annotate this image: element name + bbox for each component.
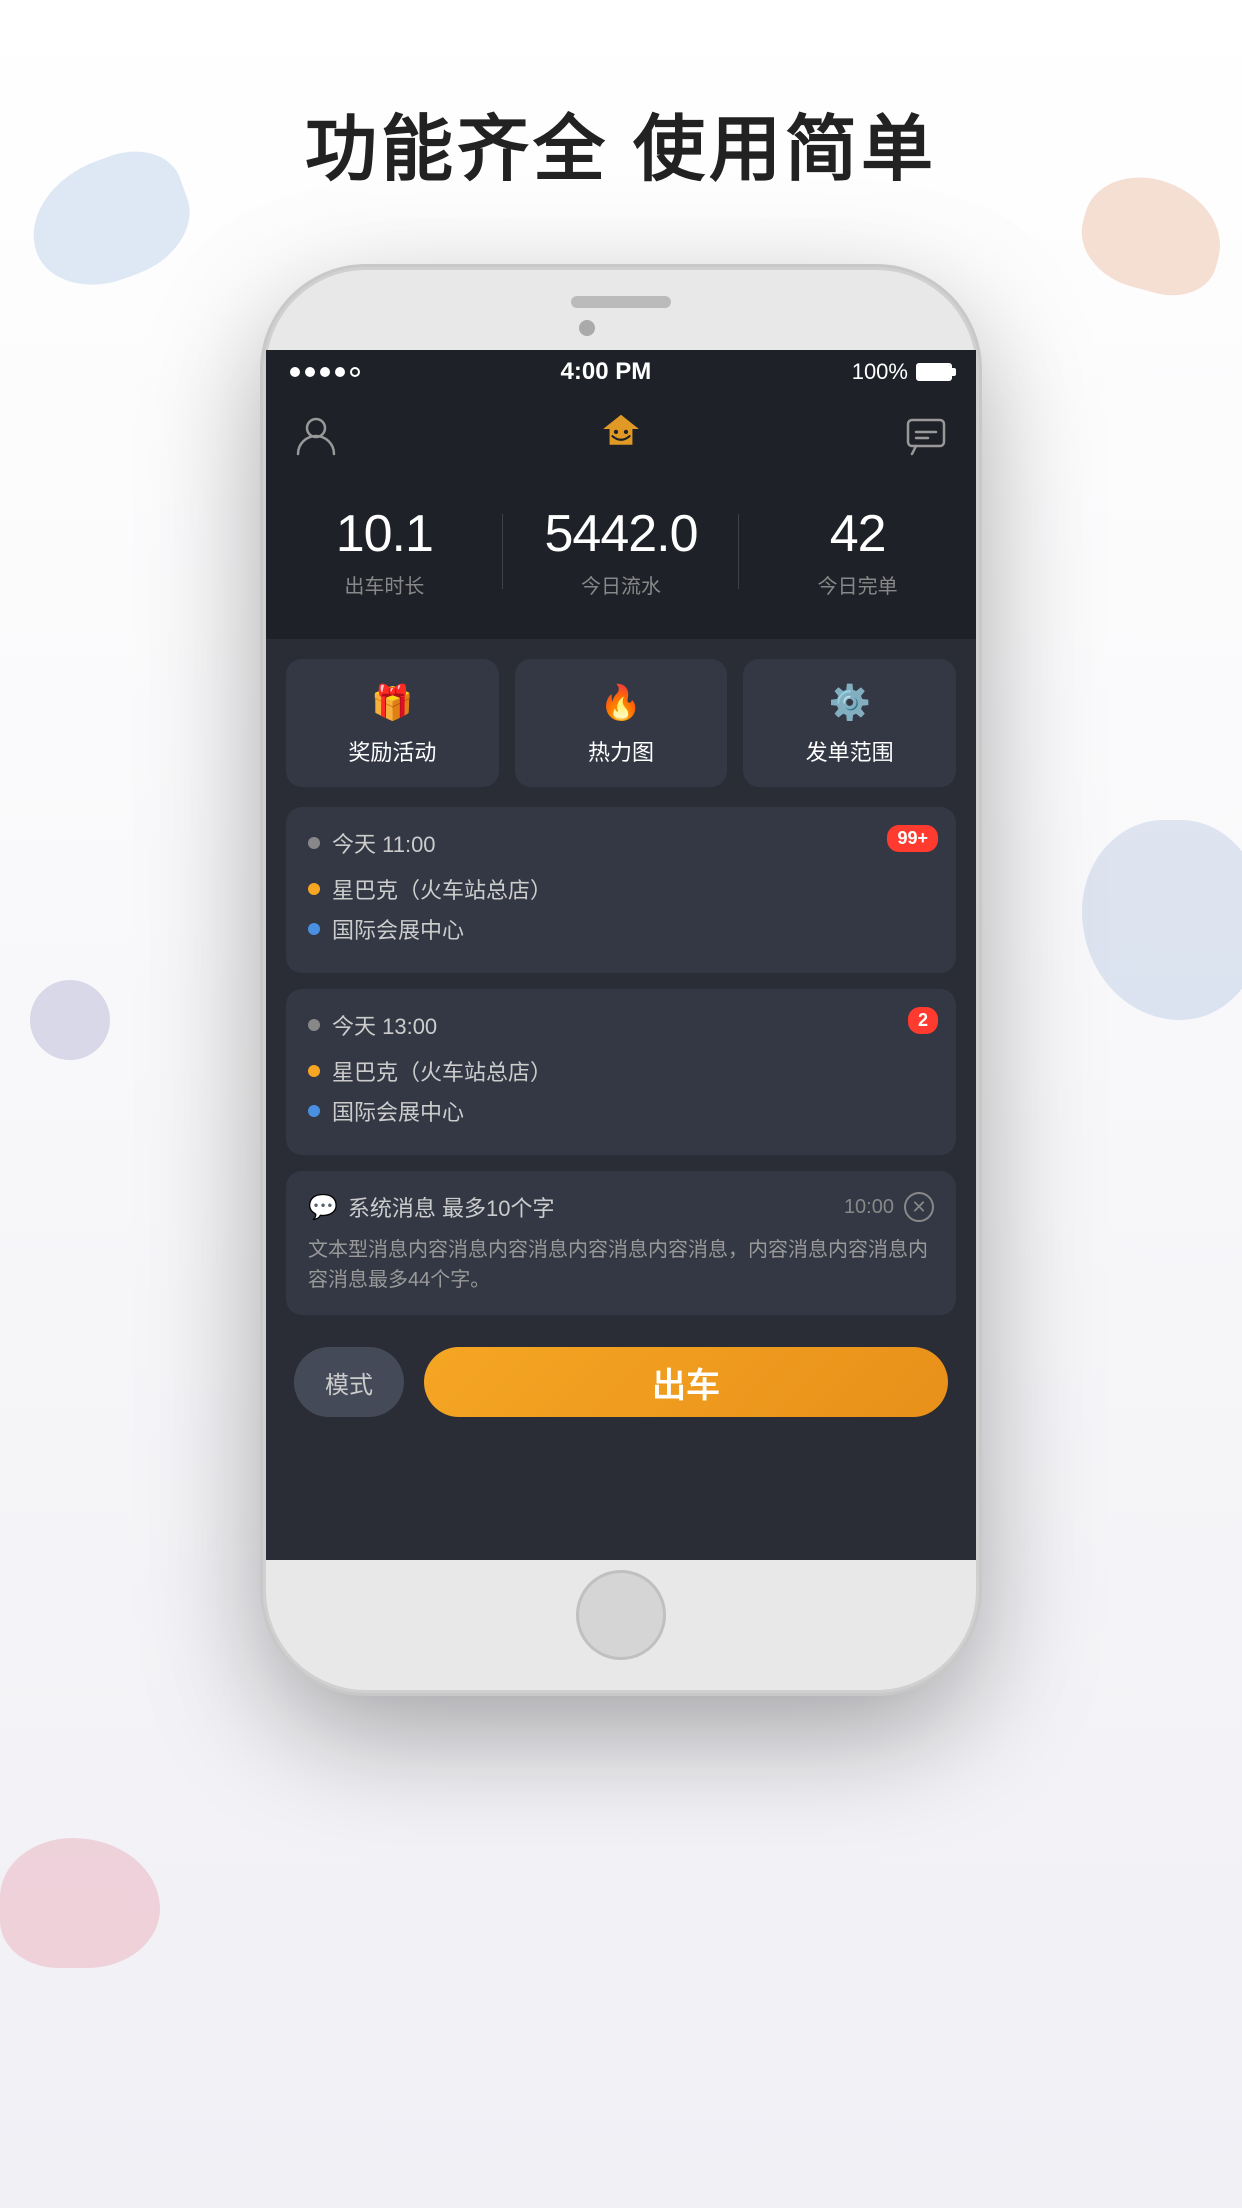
action-incentives[interactable]: 🎁 奖励活动	[286, 659, 499, 787]
battery-icon	[916, 363, 952, 381]
order-1-time-row: 今天 11:00	[308, 827, 934, 859]
signal-dot-4	[335, 367, 345, 377]
action-incentives-label: 奖励活动	[348, 735, 436, 767]
mode-button[interactable]: 模式	[294, 1347, 404, 1417]
action-range[interactable]: ⚙️ 发单范围	[743, 659, 956, 787]
go-button[interactable]: 出车	[424, 1347, 948, 1417]
order-1-from-row: 星巴克（火车站总店）	[308, 873, 934, 905]
range-icon: ⚙️	[829, 683, 871, 723]
signal-dot-2	[305, 367, 315, 377]
stat-orders-value: 42	[739, 504, 976, 564]
order-2-from: 星巴克（火车站总店）	[332, 1055, 552, 1087]
order-1-to-row: 国际会展中心	[308, 913, 934, 945]
battery-area: 100%	[852, 359, 952, 385]
stats-section: 10.1 出车时长 5442.0 今日流水 42 今日完单	[266, 474, 976, 639]
order-1-time: 今天 11:00	[332, 827, 436, 859]
action-heatmap[interactable]: 🔥 热力图	[515, 659, 728, 787]
battery-fill	[918, 365, 950, 379]
order-2-from-dot	[308, 1065, 320, 1077]
status-bar: 4:00 PM 100%	[266, 350, 976, 394]
notif-header: 💬 系统消息 最多10个字 10:00 ✕	[308, 1191, 934, 1223]
notif-message-icon: 💬	[308, 1193, 338, 1222]
signal-dot-1	[290, 367, 300, 377]
phone-home-button[interactable]	[576, 1570, 666, 1660]
stat-revenue-value: 5442.0	[503, 504, 740, 564]
order-2-from-row: 星巴克（火车站总店）	[308, 1055, 934, 1087]
heatmap-icon: 🔥	[600, 683, 642, 723]
order-card-2[interactable]: 今天 13:00 2 星巴克（火车站总店） 国际会展中心	[286, 989, 956, 1155]
message-icon[interactable]	[904, 412, 948, 456]
bottom-actions: 模式 出车	[266, 1331, 976, 1437]
stat-orders-label: 今日完单	[739, 570, 976, 599]
order-1-to-dot	[308, 923, 320, 935]
app-logo	[581, 404, 661, 464]
order-1-status-dot	[308, 837, 320, 849]
gift-icon: 🎁	[371, 683, 413, 723]
notif-close-button[interactable]: ✕	[904, 1192, 934, 1222]
signal-dot-5	[350, 367, 360, 377]
quick-actions: 🎁 奖励活动 🔥 热力图 ⚙️ 发单范围	[266, 639, 976, 807]
mode-label: 模式	[325, 1365, 373, 1400]
header-nav	[266, 394, 976, 474]
phone-camera	[579, 320, 595, 336]
stat-revenue: 5442.0 今日流水	[503, 504, 740, 599]
order-2-to-dot	[308, 1105, 320, 1117]
order-1-badge: 99+	[887, 825, 938, 852]
phone-frame: 4:00 PM 100%	[266, 270, 976, 1690]
order-2-time: 今天 13:00	[332, 1009, 437, 1041]
go-label: 出车	[652, 1358, 720, 1407]
user-icon[interactable]	[294, 412, 338, 456]
signal-dots	[290, 367, 360, 377]
stat-orders: 42 今日完单	[739, 504, 976, 599]
phone-speaker	[571, 296, 671, 308]
stat-duration-value: 10.1	[266, 504, 503, 564]
notif-time: 10:00	[844, 1196, 894, 1219]
order-2-status-dot	[308, 1019, 320, 1031]
order-2-time-row: 今天 13:00	[308, 1009, 934, 1041]
notif-title-row: 💬 系统消息 最多10个字	[308, 1191, 554, 1223]
stat-revenue-label: 今日流水	[503, 570, 740, 599]
stat-duration: 10.1 出车时长	[266, 504, 503, 599]
status-time: 4:00 PM	[561, 358, 652, 386]
order-2-to-row: 国际会展中心	[308, 1095, 934, 1127]
notification-card: 💬 系统消息 最多10个字 10:00 ✕ 文本型消息内容消息内容消息内容消息内…	[286, 1171, 956, 1315]
notif-body: 文本型消息内容消息内容消息内容消息内容消息，内容消息内容消息内容消息最多44个字…	[308, 1235, 934, 1295]
order-card-1[interactable]: 今天 11:00 99+ 星巴克（火车站总店） 国际会展中心	[286, 807, 956, 973]
order-1-to: 国际会展中心	[332, 913, 464, 945]
decorative-blob-4	[30, 980, 110, 1060]
action-heatmap-label: 热力图	[588, 735, 654, 767]
action-range-label: 发单范围	[806, 735, 894, 767]
order-2-to: 国际会展中心	[332, 1095, 464, 1127]
close-icon: ✕	[911, 1197, 926, 1218]
notif-title: 系统消息 最多10个字	[348, 1191, 555, 1223]
phone-screen: 4:00 PM 100%	[266, 350, 976, 1560]
order-2-badge: 2	[908, 1007, 938, 1034]
signal-dot-3	[320, 367, 330, 377]
battery-percent: 100%	[852, 359, 908, 385]
order-1-from-dot	[308, 883, 320, 895]
page-title: 功能齐全 使用简单	[0, 90, 1242, 195]
stat-duration-label: 出车时长	[266, 570, 503, 599]
order-1-from: 星巴克（火车站总店）	[332, 873, 552, 905]
